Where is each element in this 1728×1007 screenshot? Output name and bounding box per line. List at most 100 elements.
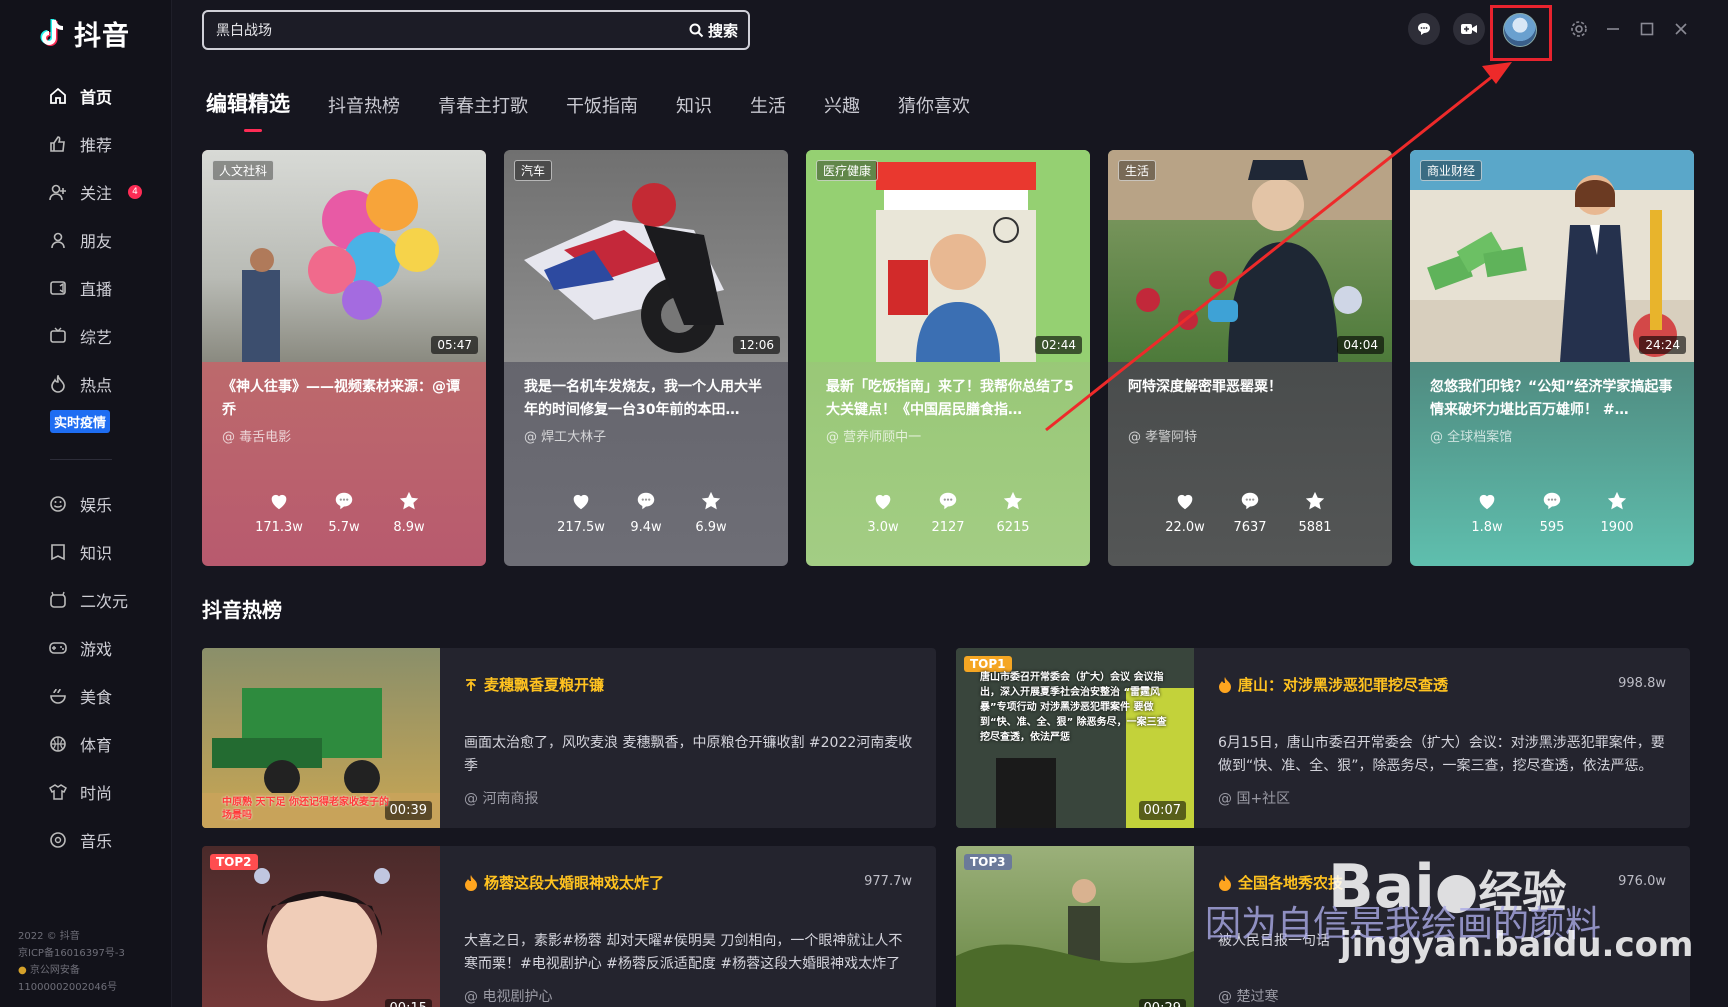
tab-douyin-hot[interactable]: 抖音热榜	[328, 92, 400, 118]
hot-list-item[interactable]: TOP2 00:15 杨蓉这段大婚眼神戏太炸了 977.7w 大喜之日，素影#杨…	[202, 846, 936, 1007]
video-card[interactable]: 生活 04:04 阿特深度解密罪恶罂粟！ @ 孝警阿特 22.0w 7637 5…	[1108, 150, 1392, 566]
hot-item-description: 大喜之日，素影#杨蓉 却对天曜#侯明昊 刀剑相向，一个眼神就让人不寒而栗！#电视…	[464, 933, 903, 972]
hot-item-title[interactable]: 麦穗飘香夏粮开镰	[464, 674, 604, 695]
favorite-button[interactable]: 6.9w	[679, 490, 744, 535]
video-author[interactable]: @ 孝警阿特	[1128, 426, 1197, 445]
like-button[interactable]: 217.5w	[549, 490, 614, 535]
like-button[interactable]: 171.3w	[247, 490, 312, 535]
sidebar-divider	[50, 459, 112, 460]
tab-youth-songs[interactable]: 青春主打歌	[438, 92, 528, 118]
favorite-button[interactable]: 8.9w	[377, 490, 442, 535]
video-card[interactable]: 商业财经 24:24 忽悠我们印钱？“公知”经济学家搞起事情来破坏力堪比百万雄师…	[1410, 150, 1694, 566]
sidebar-item-home[interactable]: 首页	[0, 72, 172, 120]
maximize-button[interactable]	[1636, 18, 1658, 40]
message-button[interactable]	[1408, 13, 1440, 45]
sidebar-item-fashion[interactable]: 时尚	[0, 768, 172, 816]
anime-icon	[48, 590, 68, 610]
sidebar-item-food[interactable]: 美食	[0, 672, 172, 720]
minimize-button[interactable]	[1602, 18, 1624, 40]
video-title[interactable]: 我是一名机车发烧友，我一个人用大半年的时间修复一台30年前的本田…	[524, 376, 772, 422]
sidebar-item-anime[interactable]: 二次元	[0, 576, 172, 624]
video-author[interactable]: @ 毒舌电影	[222, 426, 291, 445]
user-plus-icon	[48, 182, 68, 202]
sidebar-item-follow[interactable]: 关注 4	[0, 168, 172, 216]
app-name: 抖音	[74, 21, 130, 52]
hot-item-author[interactable]: @ 楚过寒	[1218, 986, 1278, 1006]
covid-realtime-button[interactable]: 实时疫情	[50, 410, 111, 433]
sidebar-item-games[interactable]: 游戏	[0, 624, 172, 672]
video-author[interactable]: @ 焊工大林子	[524, 426, 606, 445]
tab-editor-picks[interactable]: 编辑精选	[206, 88, 290, 132]
video-duration: 00:15	[384, 999, 432, 1007]
like-count: 1.8w	[1471, 520, 1503, 535]
hot-thumbnail[interactable]: 00:39 中原熟 天下足 你还记得老家收麦子的场景吗	[202, 648, 440, 828]
settings-button[interactable]	[1568, 18, 1590, 40]
video-card[interactable]: 医疗健康 02:44 最新「吃饭指南」来了！我帮你总结了5大关键点！《中国居民膳…	[806, 150, 1090, 566]
hot-item-author[interactable]: @ 国+社区	[1218, 788, 1290, 808]
tab-guess-you-like[interactable]: 猜你喜欢	[898, 92, 970, 118]
video-thumbnail[interactable]: 生活 04:04	[1108, 150, 1392, 362]
search-input[interactable]	[204, 22, 679, 38]
comment-icon	[1543, 492, 1561, 510]
icp-license-link[interactable]: 京ICP备16016397号-3	[18, 945, 125, 962]
video-title[interactable]: 《神人往事》——视频素材来源：@谭乔	[222, 376, 470, 422]
comment-button[interactable]: 5.7w	[312, 490, 377, 535]
sidebar-item-knowledge[interactable]: 知识	[0, 528, 172, 576]
video-card[interactable]: 人文社科 05:47 《神人往事》——视频素材来源：@谭乔 @ 毒舌电影 171…	[202, 150, 486, 566]
sidebar-item-hot[interactable]: 热点	[0, 360, 172, 408]
video-card[interactable]: 汽车 12:06 我是一名机车发烧友，我一个人用大半年的时间修复一台30年前的本…	[504, 150, 788, 566]
favorite-button[interactable]: 6215	[981, 490, 1046, 535]
tab-life[interactable]: 生活	[750, 92, 786, 118]
favorite-button[interactable]: 1900	[1585, 490, 1650, 535]
sidebar-item-live[interactable]: 直播	[0, 264, 172, 312]
sidebar-item-entertainment[interactable]: 娱乐	[0, 480, 172, 528]
video-thumbnail[interactable]: 商业财经 24:24	[1410, 150, 1694, 362]
like-button[interactable]: 3.0w	[851, 490, 916, 535]
sidebar-item-recommend[interactable]: 推荐	[0, 120, 172, 168]
hot-item-author[interactable]: @ 电视剧护心	[464, 986, 552, 1006]
hot-section-title: 抖音热榜	[202, 598, 282, 622]
hot-thumbnail[interactable]: TOP3 00:29	[956, 846, 1194, 1007]
hot-item-title[interactable]: 全国各地秀农技	[1218, 872, 1343, 893]
category-tag: 生活	[1118, 160, 1157, 181]
police-record-link[interactable]: ● 京公网安备	[18, 962, 125, 979]
video-thumbnail[interactable]: 医疗健康 02:44	[806, 150, 1090, 362]
sidebar-footer: 2022 © 抖音 京ICP备16016397号-3 ● 京公网安备 11000…	[18, 928, 125, 996]
app-logo[interactable]: 抖音	[38, 14, 130, 53]
user-avatar[interactable]	[1503, 13, 1537, 47]
video-title[interactable]: 最新「吃饭指南」来了！我帮你总结了5大关键点！《中国居民膳食指…	[826, 376, 1074, 422]
hot-item-author[interactable]: @ 河南商报	[464, 788, 538, 808]
hot-list-item[interactable]: 00:39 中原熟 天下足 你还记得老家收麦子的场景吗 麦穗飘香夏粮开镰 画面太…	[202, 648, 936, 828]
comment-button[interactable]: 7637	[1218, 490, 1283, 535]
follow-count-badge: 4	[128, 185, 143, 199]
tab-food-guide[interactable]: 干饭指南	[566, 92, 638, 118]
video-title[interactable]: 忽悠我们印钱？“公知”经济学家搞起事情来破坏力堪比百万雄师！ #…	[1430, 376, 1678, 422]
video-title[interactable]: 阿特深度解密罪恶罂粟！	[1128, 376, 1376, 422]
like-button[interactable]: 1.8w	[1455, 490, 1520, 535]
hot-item-title[interactable]: 唐山：对涉黑涉恶犯罪挖尽查透	[1218, 674, 1448, 695]
hot-item-title[interactable]: 杨蓉这段大婚眼神戏太炸了	[464, 872, 664, 893]
tab-interest[interactable]: 兴趣	[824, 92, 860, 118]
hot-list-item[interactable]: TOP1 唐山市委召开常委会（扩大）会议 会议指出，深入开展夏季社会治安整治 “…	[956, 648, 1690, 828]
upload-video-button[interactable]	[1453, 13, 1485, 45]
close-button[interactable]	[1670, 18, 1692, 40]
sidebar-item-friends[interactable]: 朋友	[0, 216, 172, 264]
like-button[interactable]: 22.0w	[1153, 490, 1218, 535]
video-thumbnail[interactable]: 人文社科 05:47	[202, 150, 486, 362]
sidebar-item-label: 关注	[80, 184, 113, 203]
sidebar-item-sports[interactable]: 体育	[0, 720, 172, 768]
hot-thumbnail[interactable]: TOP1 唐山市委召开常委会（扩大）会议 会议指出，深入开展夏季社会治安整治 “…	[956, 648, 1194, 828]
favorite-button[interactable]: 5881	[1283, 490, 1348, 535]
hot-thumbnail[interactable]: TOP2 00:15	[202, 846, 440, 1007]
tab-knowledge[interactable]: 知识	[676, 92, 712, 118]
comment-button[interactable]: 9.4w	[614, 490, 679, 535]
video-thumbnail[interactable]: 汽车 12:06	[504, 150, 788, 362]
sidebar-item-variety[interactable]: 综艺	[0, 312, 172, 360]
video-author[interactable]: @ 营养师顾中一	[826, 426, 921, 445]
comment-button[interactable]: 595	[1520, 490, 1585, 535]
video-author[interactable]: @ 全球档案馆	[1430, 426, 1512, 445]
search-button[interactable]: 搜索	[679, 20, 748, 41]
actress-image	[254, 868, 390, 1001]
sidebar-item-music[interactable]: 音乐	[0, 816, 172, 864]
comment-button[interactable]: 2127	[916, 490, 981, 535]
